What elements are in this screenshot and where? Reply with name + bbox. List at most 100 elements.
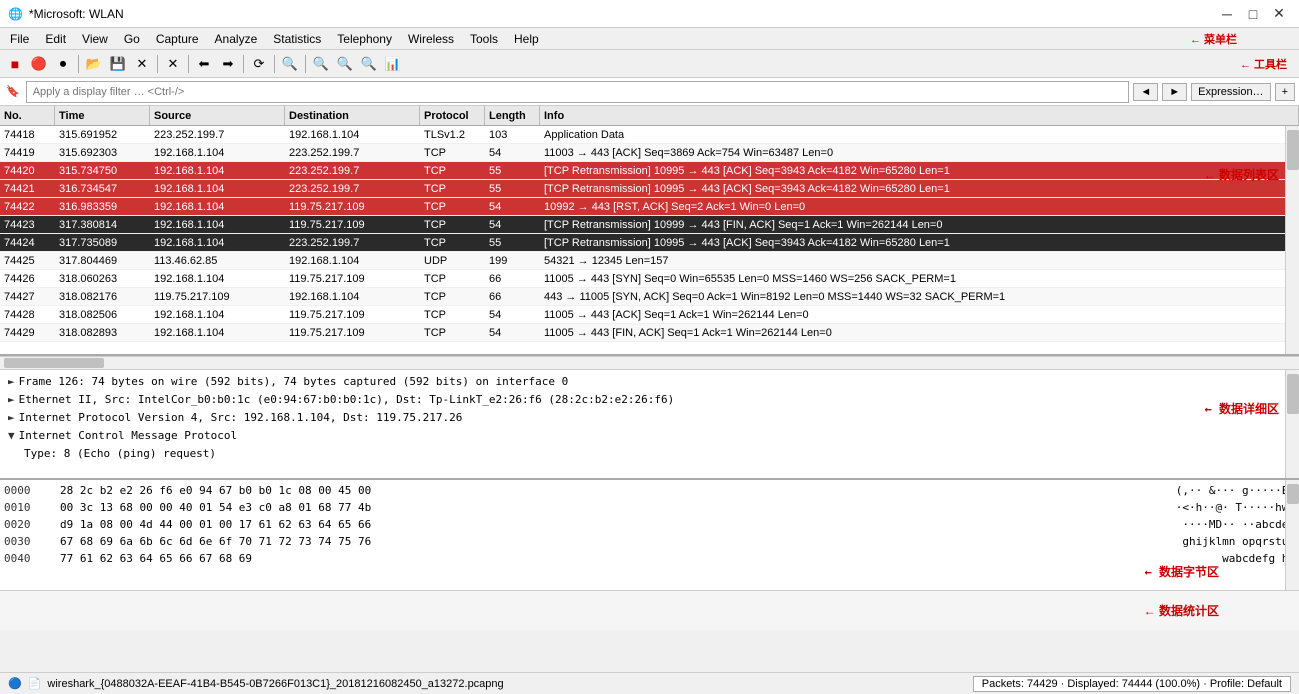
toolbar-columns[interactable]: 📊 [382,53,404,75]
packet-detail: ► Frame 126: 74 bytes on wire (592 bits)… [0,370,1299,480]
toolbar-stop[interactable]: ■ [4,53,26,75]
cell-time: 318.082893 [55,327,150,339]
cell-len: 103 [485,129,540,141]
packet-row[interactable]: 74426 318.060263 192.168.1.104 119.75.21… [0,270,1299,288]
maximize-button[interactable]: □ [1241,2,1265,26]
cell-proto: UDP [420,255,485,267]
cell-info: [TCP Retransmission] 10995 → 443 [ACK] S… [540,165,1299,177]
toolbar-sep-4 [243,55,244,73]
menu-file[interactable]: File [2,30,37,48]
toolbar-reload[interactable]: ✕ [162,53,184,75]
toolbar-zoom-in[interactable]: 🔍 [310,53,332,75]
cell-no: 74429 [0,327,55,339]
toolbar-restart[interactable]: ⏺ [52,53,74,75]
menu-go[interactable]: Go [116,30,148,48]
toolbar-back[interactable]: ⬅ [193,53,215,75]
cell-len: 54 [485,309,540,321]
vscrollbar-hex[interactable] [1285,480,1299,590]
hex-line-0000: 0000 28 2c b2 e2 26 f6 e0 94 67 b0 b0 1c… [4,482,1295,499]
menu-capture[interactable]: Capture [148,30,207,48]
toolbar-close[interactable]: ✕ [131,53,153,75]
toolbar-goto[interactable]: ⟳ [248,53,270,75]
menu-wireless[interactable]: Wireless [400,30,462,48]
expression-btn[interactable]: Expression… [1191,83,1270,101]
hex-bytes-0040: 77 61 62 63 64 65 66 67 68 69 [60,552,1206,565]
cell-time: 316.983359 [55,201,150,213]
hex-line-0040: 0040 77 61 62 63 64 65 66 67 68 69 wabcd… [4,550,1295,567]
annotation-stats-area: ← 数据统计区 [0,590,1299,630]
menu-tools[interactable]: Tools [462,30,506,48]
hex-offset-0020: 0020 [4,518,44,531]
vscrollbar-packetlist[interactable] [1285,126,1299,356]
hex-ascii-0010: ·<·h··@· T·····hwK [1176,501,1295,514]
cell-info: [TCP Retransmission] 10995 → 443 [ACK] S… [540,237,1299,249]
packet-row[interactable]: 74429 318.082893 192.168.1.104 119.75.21… [0,324,1299,342]
toolbar-open[interactable]: 📂 [83,53,105,75]
menu-edit[interactable]: Edit [37,30,74,48]
cell-dst: 192.168.1.104 [285,129,420,141]
hex-line-0030: 0030 67 68 69 6a 6b 6c 6d 6e 6f 70 71 72… [4,533,1295,550]
packet-row[interactable]: 74420 315.734750 192.168.1.104 223.252.1… [0,162,1299,180]
packet-row[interactable]: 74423 317.380814 192.168.1.104 119.75.21… [0,216,1299,234]
cell-dst: 192.168.1.104 [285,255,420,267]
packet-row[interactable]: 74427 318.082176 119.75.217.109 192.168.… [0,288,1299,306]
hex-bytes-0000: 28 2c b2 e2 26 f6 e0 94 67 b0 b0 1c 08 0… [60,484,1160,497]
toolbar-start[interactable]: 🔴 [28,53,50,75]
toolbar-search[interactable]: 🔍 [279,53,301,75]
packet-list: No. Time Source Destination Protocol Len… [0,106,1299,356]
detail-line-ethernet[interactable]: ► Ethernet II, Src: IntelCor_b0:b0:1c (e… [4,390,1295,408]
vscrollbar-detail[interactable] [1285,370,1299,478]
cell-no: 74424 [0,237,55,249]
cell-no: 74420 [0,165,55,177]
statusbar: 🔵 📄 wireshark_{0488032A-EEAF-41B4-B545-0… [0,672,1299,694]
filename: wireshark_{0488032A-EEAF-41B4-B545-0B726… [47,678,503,690]
cell-proto: TLSv1.2 [420,129,485,141]
detail-line-frame[interactable]: ► Frame 126: 74 bytes on wire (592 bits)… [4,372,1295,390]
menu-analyze[interactable]: Analyze [207,30,266,48]
toolbar-zoom-out[interactable]: 🔍 [334,53,356,75]
menu-view[interactable]: View [74,30,116,48]
hscrollbar[interactable] [0,356,1299,370]
menu-help[interactable]: Help [506,30,547,48]
packet-row[interactable]: 74425 317.804469 113.46.62.85 192.168.1.… [0,252,1299,270]
menu-telephony[interactable]: Telephony [329,30,400,48]
cell-proto: TCP [420,201,485,213]
detail-line-type[interactable]: Type: 8 (Echo (ping) request) [4,444,1295,462]
vscrollbar-thumb [1287,130,1299,170]
cell-dst: 192.168.1.104 [285,291,420,303]
cell-no: 74422 [0,201,55,213]
toolbar-zoom-reset[interactable]: 🔍 [358,53,380,75]
packet-row[interactable]: 74422 316.983359 192.168.1.104 119.75.21… [0,198,1299,216]
spacer: · [1203,678,1210,690]
toolbar-forward[interactable]: ➡ [217,53,239,75]
filterbar: 🔖 ◄ ► Expression… + [0,78,1299,106]
packet-row[interactable]: 74418 315.691952 223.252.199.7 192.168.1… [0,126,1299,144]
cell-src: 223.252.199.7 [150,129,285,141]
cell-len: 66 [485,273,540,285]
packet-list-scroll[interactable]: 74418 315.691952 223.252.199.7 192.168.1… [0,126,1299,356]
cell-proto: TCP [420,327,485,339]
detail-line-ip[interactable]: ► Internet Protocol Version 4, Src: 192.… [4,408,1295,426]
vscrollbar-hex-thumb [1287,484,1299,504]
expand-icon-icmp: ▼ [8,429,15,442]
packet-row[interactable]: 74421 316.734547 192.168.1.104 223.252.1… [0,180,1299,198]
cell-len: 199 [485,255,540,267]
filter-right-btn[interactable]: ► [1162,83,1187,101]
filter-add-btn[interactable]: + [1275,83,1295,101]
packet-row[interactable]: 74424 317.735089 192.168.1.104 223.252.1… [0,234,1299,252]
menu-statistics[interactable]: Statistics [265,30,329,48]
detail-line-icmp[interactable]: ▼ Internet Control Message Protocol [4,426,1295,444]
close-button[interactable]: ✕ [1267,2,1291,26]
toolbar-save[interactable]: 💾 [107,53,129,75]
annotation-menubar: ← 菜单栏 [1190,31,1237,47]
cell-time: 316.734547 [55,183,150,195]
hex-offset-0010: 0010 [4,501,44,514]
packet-row[interactable]: 74428 318.082506 192.168.1.104 119.75.21… [0,306,1299,324]
filter-input[interactable] [26,81,1130,103]
packet-row[interactable]: 74419 315.692303 192.168.1.104 223.252.1… [0,144,1299,162]
cell-info: 11005 → 443 [FIN, ACK] Seq=1 Ack=1 Win=2… [540,327,1299,339]
cell-proto: TCP [420,237,485,249]
filter-left-btn[interactable]: ◄ [1133,83,1158,101]
cell-src: 192.168.1.104 [150,273,285,285]
minimize-button[interactable]: ─ [1215,2,1239,26]
